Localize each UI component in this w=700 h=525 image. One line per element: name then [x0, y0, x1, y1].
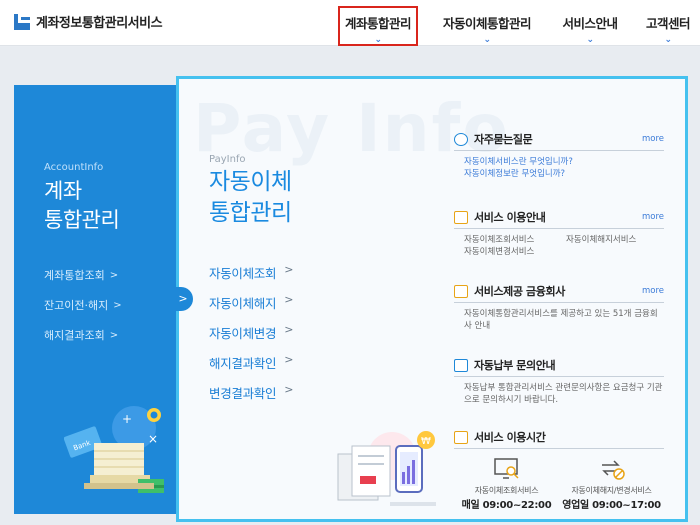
nav-label: 계좌통합관리 — [344, 16, 412, 31]
nav-label: 서비스안내 — [562, 16, 618, 31]
pay-menu-label: 자동이체조회 — [209, 266, 277, 281]
service-guide-title: 서비스 이용안내 — [474, 211, 546, 224]
chevron-down-icon: ⌄ — [483, 35, 491, 45]
speech-bubble-icon — [454, 132, 468, 146]
faq-item[interactable]: 자동이체정보란 무엇입니까? — [464, 168, 664, 180]
chevron-right-icon: > — [109, 270, 119, 281]
chevron-down-icon: ⌄ — [586, 35, 594, 45]
account-menu-label: 잔고이전·해지 — [44, 299, 109, 312]
service-guide-section: 서비스 이용안내 more 자동이체조회서비스 자동이체해지서비스 자동이체변경… — [454, 209, 664, 258]
bank-money-illustration: + × Bank — [64, 406, 164, 493]
faq-section: 자주묻는질문 more 자동이체서비스란 무엇입니까? 자동이체정보란 무엇입니… — [454, 131, 664, 180]
financial-institutions-section: 서비스제공 금융회사 more 자동이체통합관리서비스를 제공하고 있는 51개… — [454, 283, 664, 332]
pay-menu-item[interactable]: 자동이체변경 > — [209, 323, 293, 353]
hours-label: 자동이체해지/변경서비스 — [571, 486, 652, 495]
inquiry-text: 자동납부 통합관리서비스 관련문의사항은 요금청구 기관으로 문의하시기 바랍니… — [464, 383, 663, 405]
nav-autopay-management[interactable]: 자동이체통합관리 ⌄ — [440, 8, 534, 46]
service-guide-more-link[interactable]: more — [642, 212, 664, 222]
hours-item-cancel-change: 자동이체해지/변경서비스 영업일 09:00~17:00 — [559, 457, 664, 511]
account-subtitle: AccountInfo — [44, 162, 104, 173]
account-title-line1: 계좌 — [44, 179, 82, 203]
clock-icon — [454, 430, 468, 444]
document-icon — [454, 210, 468, 224]
svg-text:+: + — [122, 412, 132, 426]
faq-more-link[interactable]: more — [642, 134, 664, 144]
pay-menu-label: 자동이체해지 — [209, 296, 277, 311]
nav-account-management[interactable]: 계좌통합관리 ⌄ — [338, 6, 418, 46]
pay-menu-label: 변경결과확인 — [209, 386, 277, 401]
service-guide-item[interactable]: 자동이체해지서비스 — [566, 234, 666, 246]
service-guide-item[interactable]: 자동이체조회서비스 — [464, 234, 566, 246]
pay-menu-label: 자동이체변경 — [209, 326, 277, 341]
chevron-right-icon: > — [178, 292, 188, 305]
hours-item-inquiry: 자동이체조회서비스 매일 09:00~22:00 — [454, 457, 559, 511]
header: 계좌정보통합관리서비스 계좌통합관리 ⌄ 자동이체통합관리 ⌄ 서비스안내 ⌄ … — [0, 0, 700, 46]
hours-time: 매일 09:00~22:00 — [461, 500, 552, 511]
svg-text:₩: ₩ — [421, 436, 431, 447]
pay-menu-item[interactable]: 자동이체조회 > — [209, 263, 293, 293]
chevron-right-icon: > — [284, 323, 294, 336]
pay-title: 자동이체 통합관리 — [209, 167, 292, 229]
chevron-right-icon: > — [109, 330, 119, 341]
account-menu-item[interactable]: 해지결과조회 > — [44, 329, 122, 359]
account-menu-label: 해지결과조회 — [44, 329, 105, 342]
nav-service-guide[interactable]: 서비스안내 ⌄ — [558, 8, 622, 46]
content-area: AccountInfo 계좌 통합관리 계좌통합조회 > 잔고이전·해지 > 해… — [0, 47, 700, 525]
faq-title: 자주묻는질문 — [474, 133, 533, 146]
card-icon — [454, 358, 468, 372]
pay-menu: 자동이체조회 > 자동이체해지 > 자동이체변경 > 해지결과확인 > 변경결과… — [209, 263, 293, 413]
account-menu: 계좌통합조회 > 잔고이전·해지 > 해지결과조회 > — [44, 269, 122, 359]
financial-institutions-title: 서비스제공 금융회사 — [474, 285, 565, 298]
monitor-search-icon — [493, 458, 519, 479]
pay-title-line1: 자동이체 — [209, 169, 292, 195]
financial-institutions-more-link[interactable]: more — [642, 286, 664, 296]
bill-phone-illustration: ₩ — [337, 431, 436, 506]
account-menu-item[interactable]: 잔고이전·해지 > — [44, 299, 122, 329]
chevron-right-icon: > — [284, 293, 294, 306]
pay-menu-item[interactable]: 자동이체해지 > — [209, 293, 293, 323]
faq-item[interactable]: 자동이체서비스란 무엇입니까? — [464, 156, 664, 168]
site-logo[interactable]: 계좌정보통합관리서비스 — [14, 12, 163, 31]
chevron-right-icon: > — [113, 300, 122, 311]
account-panel[interactable]: AccountInfo 계좌 통합관리 계좌통합조회 > 잔고이전·해지 > 해… — [14, 85, 176, 514]
building-icon — [454, 284, 468, 298]
account-title-line2: 통합관리 — [44, 208, 120, 232]
pay-subtitle: PayInfo — [209, 154, 246, 165]
nav-label: 고객센터 — [645, 16, 691, 31]
pay-title-line2: 통합관리 — [209, 200, 292, 226]
financial-institutions-text: 자동이체통합관리서비스를 제공하고 있는 51개 금융회사 안내 — [464, 309, 658, 331]
svg-text:×: × — [148, 432, 158, 446]
logo-text: 계좌정보통합관리서비스 — [36, 16, 163, 31]
chevron-right-icon: > — [284, 353, 294, 366]
chevron-down-icon: ⌄ — [374, 35, 382, 45]
logo-icon — [14, 13, 30, 30]
hours-label: 자동이체조회서비스 — [474, 486, 539, 495]
pay-menu-item[interactable]: 변경결과확인 > — [209, 383, 293, 413]
transfer-cancel-icon — [601, 460, 625, 480]
hours-time: 영업일 09:00~17:00 — [562, 500, 661, 511]
account-title: 계좌 통합관리 — [44, 177, 120, 235]
chevron-right-icon: > — [284, 383, 294, 396]
account-menu-label: 계좌통합조회 — [44, 269, 105, 282]
chevron-right-icon: > — [284, 263, 294, 276]
service-guide-item[interactable]: 자동이체변경서비스 — [464, 246, 566, 258]
inquiry-section: 자동납부 문의안내 자동납부 통합관리서비스 관련문의사항은 요금청구 기관으로… — [454, 357, 664, 406]
service-hours-title: 서비스 이용시간 — [474, 431, 546, 444]
nav-label: 자동이체통합관리 — [442, 16, 532, 31]
service-hours-section: 서비스 이용시간 자동이체조회서비스 매일 09:00~22:00 자동이체해지… — [454, 429, 664, 511]
account-menu-item[interactable]: 계좌통합조회 > — [44, 269, 122, 299]
inquiry-title: 자동납부 문의안내 — [474, 359, 556, 372]
chevron-down-icon: ⌄ — [664, 35, 672, 45]
nav-customer-center[interactable]: 고객센터 ⌄ — [640, 8, 696, 46]
payinfo-panel: Pay Info PayInfo 자동이체 통합관리 자동이체조회 > 자동이체… — [176, 76, 688, 522]
pay-menu-item[interactable]: 해지결과확인 > — [209, 353, 293, 383]
pay-menu-label: 해지결과확인 — [209, 356, 277, 371]
